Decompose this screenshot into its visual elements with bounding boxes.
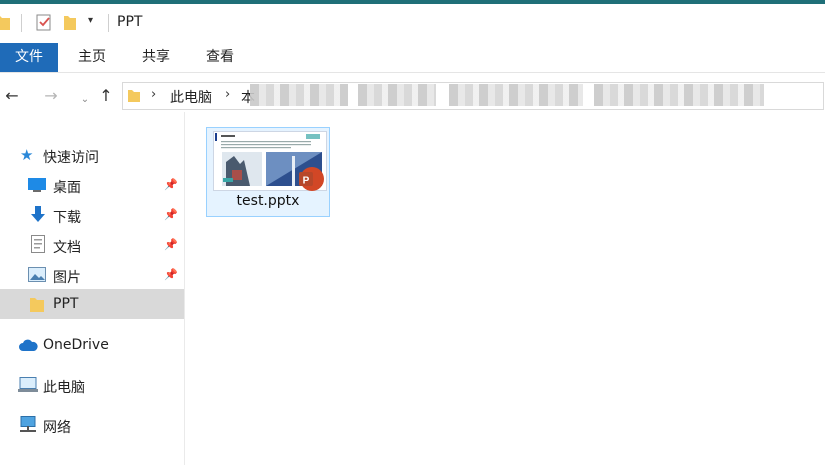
sidebar-item-label: 图片 [53, 270, 81, 286]
quick-access-divider [21, 14, 22, 32]
pin-icon[interactable]: 📌 [164, 178, 178, 191]
sidebar-item-downloads[interactable]: 下载 📌 [0, 200, 184, 230]
sidebar-item-desktop[interactable]: 桌面 📌 [0, 170, 184, 200]
folder-icon [30, 298, 44, 312]
file-name-label: test.pptx [236, 193, 300, 209]
sidebar-item-network[interactable]: 网络 [0, 410, 184, 440]
pin-icon[interactable]: 📌 [164, 268, 178, 281]
sidebar-item-pictures[interactable]: 图片 📌 [0, 260, 184, 290]
tab-share[interactable]: 共享 [136, 43, 176, 72]
desktop-icon [28, 178, 46, 192]
address-folder-icon [128, 90, 140, 102]
sidebar-item-documents[interactable]: 文档 📌 [0, 230, 184, 260]
blurred-path-segment [449, 84, 583, 106]
computer-icon [18, 377, 38, 392]
tab-file[interactable]: 文件 [0, 43, 58, 72]
quick-access-dropdown-icon[interactable]: ▾ [88, 15, 98, 29]
sidebar-item-ppt[interactable]: PPT [0, 289, 184, 319]
ribbon-tab-bar [0, 42, 825, 73]
sidebar-item-onedrive[interactable]: OneDrive [0, 330, 184, 360]
sidebar-item-label: 快速访问 [43, 150, 99, 166]
breadcrumb-chevron-icon[interactable]: › [225, 87, 230, 102]
back-arrow-icon[interactable]: ← [2, 86, 22, 106]
blurred-path-segment [250, 84, 348, 106]
pane-divider [184, 112, 185, 465]
new-folder-icon[interactable] [64, 13, 76, 31]
window-title: PPT [117, 14, 143, 30]
sidebar-item-label: 桌面 [53, 180, 81, 196]
breadcrumb-chevron-icon[interactable]: › [151, 87, 156, 102]
blurred-path-segment [594, 84, 764, 106]
blurred-path-segment [358, 84, 436, 106]
pin-icon[interactable]: 📌 [164, 208, 178, 221]
pictures-icon [28, 267, 46, 282]
cloud-icon [19, 339, 38, 351]
download-icon [31, 206, 45, 222]
properties-icon[interactable] [36, 13, 52, 31]
folder-icon [0, 16, 10, 30]
sidebar-item-label: OneDrive [43, 337, 109, 353]
title-divider [108, 14, 109, 32]
svg-text:P: P [303, 176, 310, 187]
sidebar-item-label: 文档 [53, 240, 81, 256]
sidebar-item-quick-access[interactable]: ★ 快速访问 [0, 140, 184, 170]
sidebar-item-label: PPT [53, 296, 79, 312]
document-icon [31, 235, 45, 253]
tab-view[interactable]: 查看 [200, 43, 240, 72]
forward-arrow-icon[interactable]: → [41, 86, 61, 106]
powerpoint-icon: P [299, 167, 324, 191]
sidebar-item-label: 下载 [53, 210, 81, 226]
pin-icon[interactable]: 📌 [164, 238, 178, 251]
sidebar-item-label: 此电脑 [43, 380, 85, 396]
sidebar-item-this-pc[interactable]: 此电脑 [0, 370, 184, 400]
recent-locations-chevron-icon[interactable]: ⌄ [79, 90, 91, 110]
up-arrow-icon[interactable]: ↑ [96, 86, 116, 106]
star-icon: ★ [20, 146, 34, 164]
tab-home[interactable]: 主页 [72, 43, 112, 72]
sidebar-item-label: 网络 [43, 420, 71, 436]
network-icon [20, 416, 36, 432]
breadcrumb-this-pc[interactable]: 此电脑 [170, 87, 212, 107]
